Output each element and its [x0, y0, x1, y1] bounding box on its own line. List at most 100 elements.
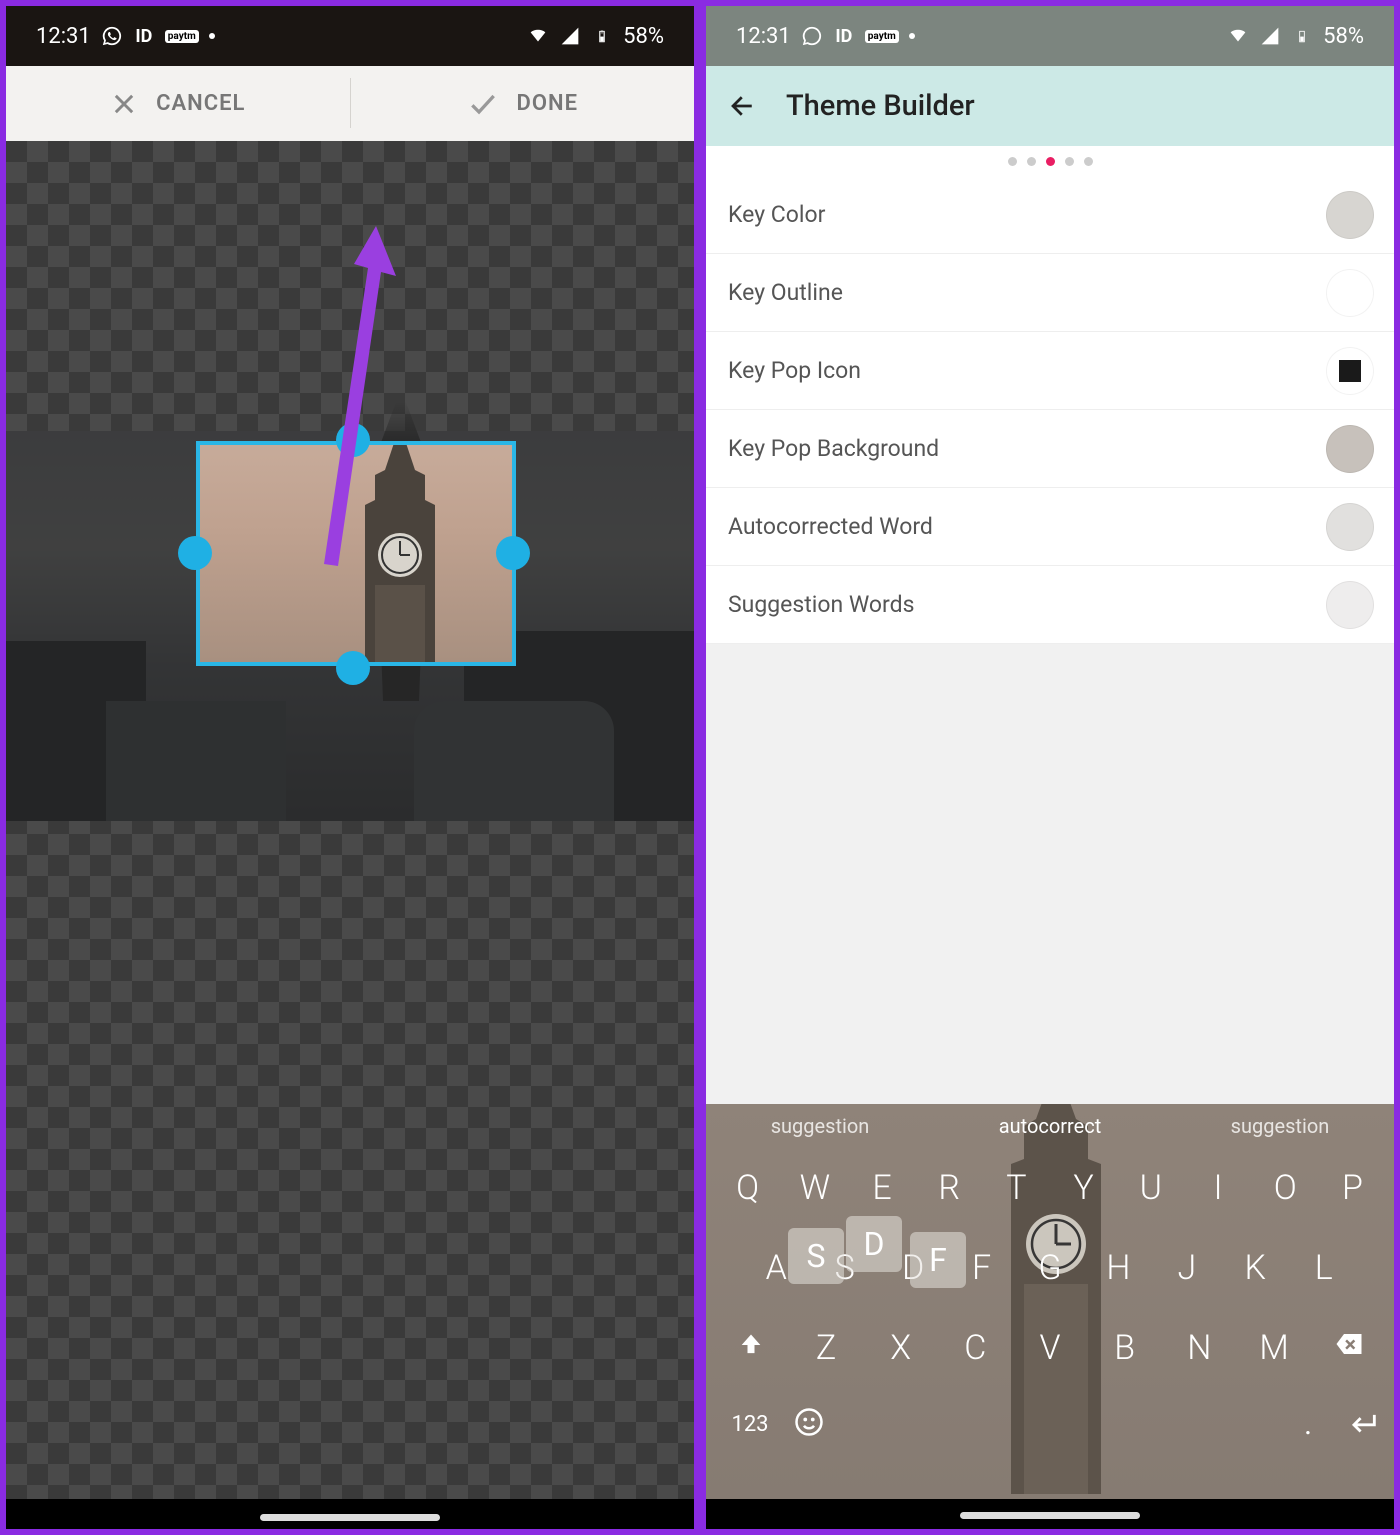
key-q[interactable]: Q	[714, 1153, 781, 1223]
more-notifications-dot	[209, 33, 215, 39]
key-r[interactable]: R	[916, 1153, 983, 1223]
cancel-button[interactable]: CANCEL	[6, 66, 350, 141]
status-bar: 12:31 ID paytm 58%	[6, 6, 694, 66]
crop-handle-bottom[interactable]	[336, 651, 370, 685]
backspace-icon	[1334, 1329, 1364, 1359]
key-p[interactable]: P	[1319, 1153, 1386, 1223]
annotation-arrow	[306, 226, 396, 566]
wifi-icon	[1227, 25, 1249, 47]
whatsapp-icon	[101, 25, 123, 47]
page-title: Theme Builder	[786, 89, 975, 123]
crop-editor-screen: 12:31 ID paytm 58% CANCEL	[0, 0, 700, 1535]
key-row-bottom: 123 .	[706, 1388, 1394, 1460]
signal-icon	[1259, 25, 1281, 47]
setting-row-key-pop-background[interactable]: Key Pop Background	[706, 410, 1394, 488]
setting-row-key-outline[interactable]: Key Outline	[706, 254, 1394, 332]
crop-handle-right[interactable]	[496, 536, 530, 570]
battery-icon	[1291, 25, 1313, 47]
setting-row-suggestion-words[interactable]: Suggestion Words	[706, 566, 1394, 644]
color-swatch[interactable]	[1326, 425, 1374, 473]
paytm-icon: paytm	[865, 30, 899, 43]
color-swatch[interactable]	[1326, 269, 1374, 317]
setting-row-key-pop-icon[interactable]: Key Pop Icon	[706, 332, 1394, 410]
key-y[interactable]: Y	[1050, 1153, 1117, 1223]
status-bar: 12:31 ID paytm 58%	[706, 6, 1394, 66]
backspace-key[interactable]	[1311, 1313, 1386, 1383]
key-b[interactable]: B	[1087, 1313, 1162, 1383]
setting-label: Key Pop Icon	[728, 357, 861, 384]
setting-row-autocorrected-word[interactable]: Autocorrected Word	[706, 488, 1394, 566]
key-g[interactable]: G	[1016, 1233, 1084, 1303]
color-swatch[interactable]	[1326, 581, 1374, 629]
key-pop: F	[910, 1232, 966, 1288]
setting-row-key-color[interactable]: Key Color	[706, 176, 1394, 254]
key-x[interactable]: X	[863, 1313, 938, 1383]
page-indicator	[706, 146, 1394, 176]
key-o[interactable]: O	[1252, 1153, 1319, 1223]
pager-dot[interactable]	[1084, 157, 1093, 166]
period-key[interactable]: .	[1304, 1407, 1312, 1442]
key-t[interactable]: T	[983, 1153, 1050, 1223]
done-label: DONE	[517, 91, 578, 116]
status-time: 12:31	[736, 24, 791, 49]
key-n[interactable]: N	[1162, 1313, 1237, 1383]
id-icon: ID	[833, 25, 855, 47]
check-icon	[467, 88, 499, 120]
numeric-key[interactable]: 123	[720, 1412, 780, 1437]
setting-label: Key Outline	[728, 279, 843, 306]
color-swatch[interactable]	[1326, 503, 1374, 551]
crop-handle-left[interactable]	[178, 536, 212, 570]
theme-builder-screen: 12:31 ID paytm 58% Theme Builder Key	[700, 0, 1400, 1535]
key-i[interactable]: I	[1184, 1153, 1251, 1223]
nav-gesture-bar[interactable]	[260, 1514, 440, 1521]
crop-canvas[interactable]	[6, 141, 694, 1499]
emoji-icon	[794, 1407, 824, 1437]
settings-list: Key Color Key Outline Key Pop Icon Key Pop …	[706, 176, 1394, 644]
status-time: 12:31	[36, 24, 91, 49]
suggestion-bar: suggestion autocorrect suggestion	[706, 1104, 1394, 1148]
key-k[interactable]: K	[1221, 1233, 1289, 1303]
shift-key[interactable]	[714, 1313, 789, 1383]
setting-label: Autocorrected Word	[728, 513, 933, 540]
enter-icon	[1346, 1405, 1380, 1439]
pager-dot[interactable]	[1065, 157, 1074, 166]
key-j[interactable]: J	[1153, 1233, 1221, 1303]
pager-dot[interactable]	[1027, 157, 1036, 166]
key-c[interactable]: C	[938, 1313, 1013, 1383]
key-row-3: ZXCVBNM	[706, 1308, 1394, 1388]
id-icon: ID	[133, 25, 155, 47]
enter-key[interactable]	[1346, 1405, 1380, 1443]
key-v[interactable]: V	[1013, 1313, 1088, 1383]
color-swatch[interactable]	[1326, 347, 1374, 395]
pager-dot[interactable]	[1008, 157, 1017, 166]
battery-percent: 58%	[1323, 24, 1364, 49]
setting-label: Key Color	[728, 201, 825, 228]
setting-label: Key Pop Background	[728, 435, 939, 462]
key-row-1: QWERTYUIOP	[706, 1148, 1394, 1228]
paytm-icon: paytm	[165, 30, 199, 43]
key-h[interactable]: H	[1084, 1233, 1152, 1303]
back-arrow-icon[interactable]	[728, 91, 758, 121]
done-button[interactable]: DONE	[351, 66, 695, 141]
key-z[interactable]: Z	[789, 1313, 864, 1383]
whatsapp-icon	[801, 25, 823, 47]
wifi-icon	[527, 25, 549, 47]
close-icon	[110, 90, 138, 118]
key-l[interactable]: L	[1290, 1233, 1358, 1303]
suggestion-left[interactable]: suggestion	[771, 1114, 870, 1138]
battery-percent: 58%	[623, 24, 664, 49]
nav-gesture-bar[interactable]	[960, 1512, 1140, 1519]
color-swatch[interactable]	[1326, 191, 1374, 239]
key-m[interactable]: M	[1237, 1313, 1312, 1383]
suggestion-center[interactable]: autocorrect	[999, 1114, 1102, 1138]
emoji-key[interactable]	[794, 1407, 824, 1441]
shift-icon	[737, 1331, 765, 1359]
key-e[interactable]: E	[848, 1153, 915, 1223]
suggestion-right[interactable]: suggestion	[1231, 1114, 1330, 1138]
crop-action-bar: CANCEL DONE	[6, 66, 694, 141]
cancel-label: CANCEL	[156, 91, 245, 116]
keyboard-preview: suggestion autocorrect suggestion QWERTY…	[706, 1104, 1394, 1499]
key-w[interactable]: W	[781, 1153, 848, 1223]
pager-dot-active[interactable]	[1046, 157, 1055, 166]
key-u[interactable]: U	[1117, 1153, 1184, 1223]
